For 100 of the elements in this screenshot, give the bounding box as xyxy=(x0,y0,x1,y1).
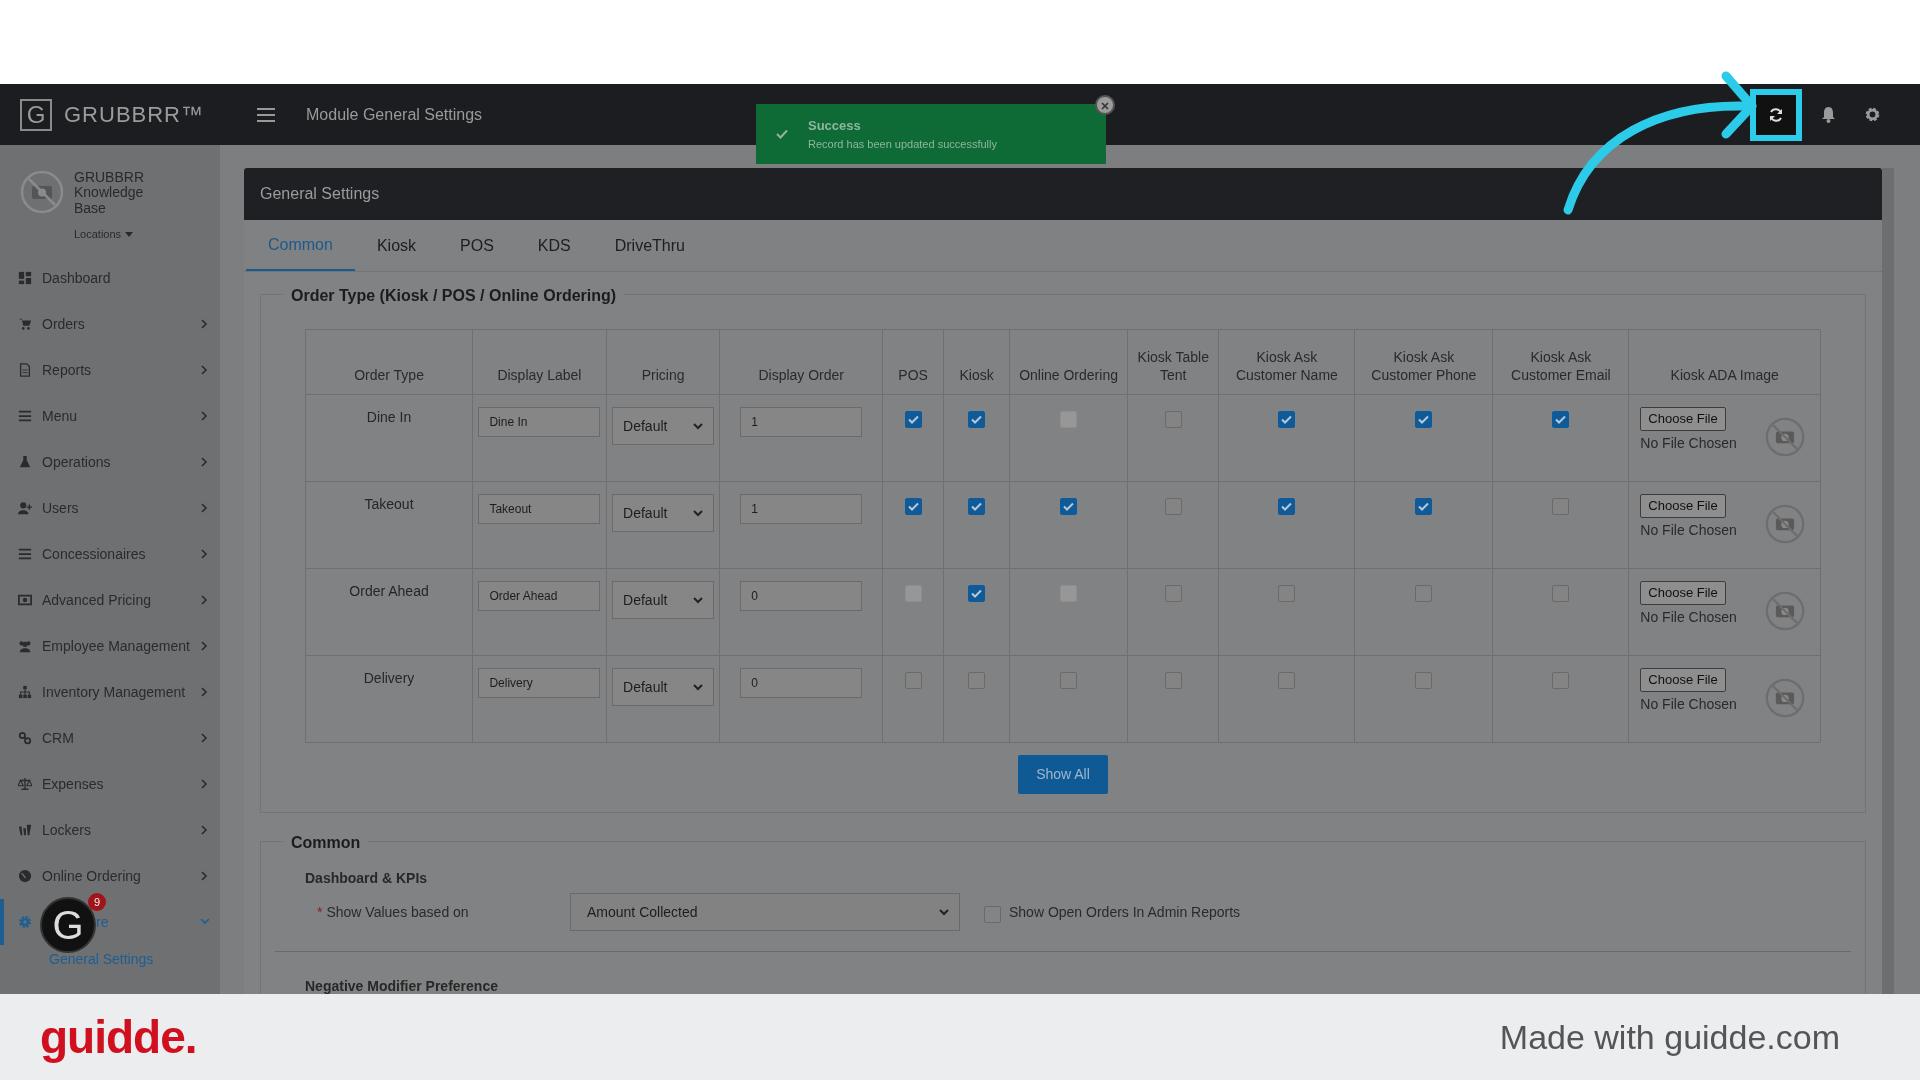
choose-file-button[interactable]: Choose File xyxy=(1640,581,1726,605)
table-cell: Order Ahead xyxy=(305,568,473,656)
checkbox[interactable] xyxy=(1552,498,1570,515)
checkbox[interactable] xyxy=(984,905,1001,923)
select-field[interactable]: Default xyxy=(612,407,715,445)
select-field[interactable]: Default xyxy=(612,668,715,706)
column-header: Kiosk Ask Customer Name xyxy=(1218,329,1355,395)
input-field[interactable]: 1 xyxy=(740,407,863,437)
sidebar-item[interactable]: CRM xyxy=(0,715,220,761)
grid-icon xyxy=(18,271,32,285)
footer-logo: guidde. xyxy=(40,1009,197,1065)
sidebar-item[interactable]: Users xyxy=(0,485,220,531)
column-header: Kiosk ADA Image xyxy=(1628,329,1821,395)
sidebar-item[interactable]: Concessionaires xyxy=(0,531,220,577)
checkbox[interactable] xyxy=(1060,498,1078,515)
no-camera-icon xyxy=(1765,678,1805,718)
input-field[interactable]: 1 xyxy=(740,494,863,524)
checkbox[interactable] xyxy=(1415,672,1433,689)
chevron-icon xyxy=(200,411,210,421)
banknote-icon xyxy=(18,593,32,607)
tab[interactable]: DriveThru xyxy=(592,220,707,271)
sidebar-item[interactable]: Advanced Pricing xyxy=(0,577,220,623)
checkbox[interactable] xyxy=(904,411,922,428)
column-header: Display Order xyxy=(719,329,883,395)
tab[interactable]: KDS xyxy=(515,220,593,271)
field-label: * Show Values based on xyxy=(316,902,470,922)
list-icon xyxy=(18,409,32,423)
no-camera-icon xyxy=(1765,504,1805,544)
logo-mark: G xyxy=(20,98,52,131)
check-icon xyxy=(907,502,919,511)
sidebar-item[interactable]: Inventory Management xyxy=(0,669,220,715)
checkbox[interactable] xyxy=(1278,411,1296,428)
sidebar-item[interactable]: Lockers xyxy=(0,807,220,853)
sidebar-item[interactable]: Dashboard xyxy=(0,255,220,301)
sidebar-item[interactable]: Reports xyxy=(0,347,220,393)
refresh-button[interactable] xyxy=(1750,88,1802,141)
file-status: No File Chosen xyxy=(1640,433,1737,453)
sidebar-item[interactable]: Menu xyxy=(0,393,220,439)
check-icon xyxy=(971,502,983,511)
check-icon xyxy=(1063,502,1075,511)
select-field[interactable]: Default xyxy=(612,494,715,532)
refresh-icon xyxy=(1768,106,1784,123)
select-field[interactable]: Default xyxy=(612,581,715,619)
chevron-icon xyxy=(200,595,210,605)
flask-icon xyxy=(18,455,32,469)
sidebar-item[interactable]: Orders xyxy=(0,301,220,347)
checkbox[interactable] xyxy=(1060,672,1078,689)
checkbox[interactable] xyxy=(1552,585,1570,602)
file-status: No File Chosen xyxy=(1640,520,1737,540)
chevron-icon xyxy=(200,779,210,789)
link-icon xyxy=(18,731,32,745)
checkbox-label: Show Open Orders In Admin Reports xyxy=(1009,902,1241,922)
choose-file-button[interactable]: Choose File xyxy=(1640,668,1726,692)
checkbox[interactable] xyxy=(1278,585,1296,602)
checkbox[interactable] xyxy=(968,585,986,602)
checkbox[interactable] xyxy=(1164,498,1182,515)
checkbox[interactable] xyxy=(1552,411,1570,428)
column-header: Kiosk Ask Customer Phone xyxy=(1354,329,1493,395)
brand-name: GRUBBRR™ xyxy=(64,101,204,129)
sidebar-item[interactable]: Expenses xyxy=(0,761,220,807)
tab[interactable]: POS xyxy=(438,220,516,271)
users-icon xyxy=(18,639,32,653)
tab[interactable]: Kiosk xyxy=(354,220,439,271)
show-all-button[interactable]: Show All xyxy=(1018,755,1108,794)
checkbox[interactable] xyxy=(1415,585,1433,602)
input-field[interactable]: Delivery xyxy=(478,668,601,698)
choose-file-button[interactable]: Choose File xyxy=(1640,494,1726,518)
close-icon[interactable] xyxy=(1095,95,1115,115)
checkbox[interactable] xyxy=(1164,411,1182,428)
column-header: Kiosk Table Tent xyxy=(1127,329,1219,395)
scrollbar[interactable] xyxy=(1882,168,1894,994)
checkbox[interactable] xyxy=(968,498,986,515)
chevron-icon xyxy=(200,503,210,513)
input-field[interactable]: Order Ahead xyxy=(478,581,601,611)
checkbox[interactable] xyxy=(1415,411,1433,428)
select-field[interactable]: Amount Collected xyxy=(570,893,960,931)
input-field[interactable]: Takeout xyxy=(478,494,601,524)
checkbox[interactable] xyxy=(904,498,922,515)
checkbox[interactable] xyxy=(1552,672,1570,689)
checkbox[interactable] xyxy=(1415,498,1433,515)
checkbox[interactable] xyxy=(904,672,922,689)
table-cell: Takeout xyxy=(305,481,473,569)
sidebar-item[interactable]: Employee Management xyxy=(0,623,220,669)
checkbox[interactable] xyxy=(968,411,986,428)
checkbox[interactable] xyxy=(1164,585,1182,602)
input-field[interactable]: 0 xyxy=(740,581,863,611)
column-header: Online Ordering xyxy=(1009,329,1128,395)
checkbox[interactable] xyxy=(1278,672,1296,689)
checkbox[interactable] xyxy=(968,672,986,689)
check-icon xyxy=(971,415,983,424)
sidebar-item[interactable]: Operations xyxy=(0,439,220,485)
locations-dropdown[interactable]: Locations xyxy=(74,226,134,243)
user-add-icon xyxy=(18,501,32,515)
chevron-icon xyxy=(200,457,210,467)
input-field[interactable]: Dine In xyxy=(478,407,601,437)
input-field[interactable]: 0 xyxy=(740,668,863,698)
chevron-icon xyxy=(200,917,210,927)
choose-file-button[interactable]: Choose File xyxy=(1640,407,1726,431)
checkbox[interactable] xyxy=(1164,672,1182,689)
checkbox[interactable] xyxy=(1278,498,1296,515)
